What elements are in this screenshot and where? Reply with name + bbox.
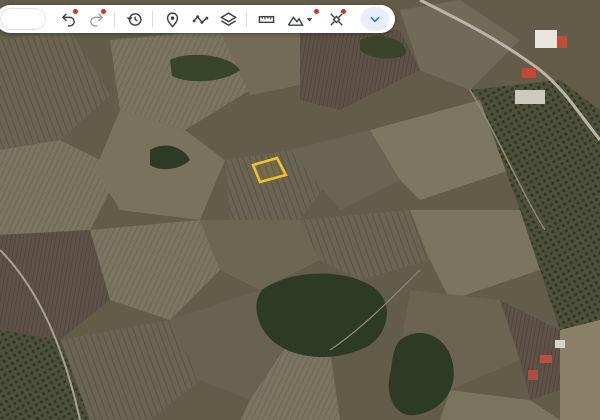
dropdown-arrow-icon — [306, 17, 313, 22]
search-box[interactable] — [0, 8, 46, 30]
satellite-tools-indicator-dot — [341, 9, 346, 14]
path-button[interactable] — [188, 8, 212, 30]
terrain-icon — [287, 15, 304, 26]
layers-button[interactable] — [216, 8, 240, 30]
placemark-button[interactable] — [160, 8, 184, 30]
redo-button[interactable] — [84, 8, 108, 30]
path-icon — [192, 14, 208, 24]
history-icon — [126, 12, 142, 26]
separator — [114, 11, 115, 27]
layers-icon — [219, 11, 237, 26]
chevron-down-icon — [370, 16, 380, 23]
satellite-map[interactable] — [0, 0, 600, 420]
separator — [152, 11, 153, 27]
satellite-tools-button[interactable] — [324, 8, 348, 30]
undo-button[interactable] — [56, 8, 80, 30]
redo-indicator-dot — [101, 9, 106, 14]
placemark-icon — [166, 11, 178, 28]
history-button[interactable] — [122, 8, 146, 30]
ruler-button[interactable] — [254, 8, 278, 30]
terrain-indicator-dot — [314, 9, 319, 14]
separator — [246, 11, 247, 27]
map-toolbar — [0, 5, 395, 33]
ruler-icon — [258, 15, 274, 23]
undo-indicator-dot — [73, 9, 78, 14]
expand-toolbar-button[interactable] — [361, 7, 389, 31]
terrain-button[interactable] — [282, 8, 319, 30]
